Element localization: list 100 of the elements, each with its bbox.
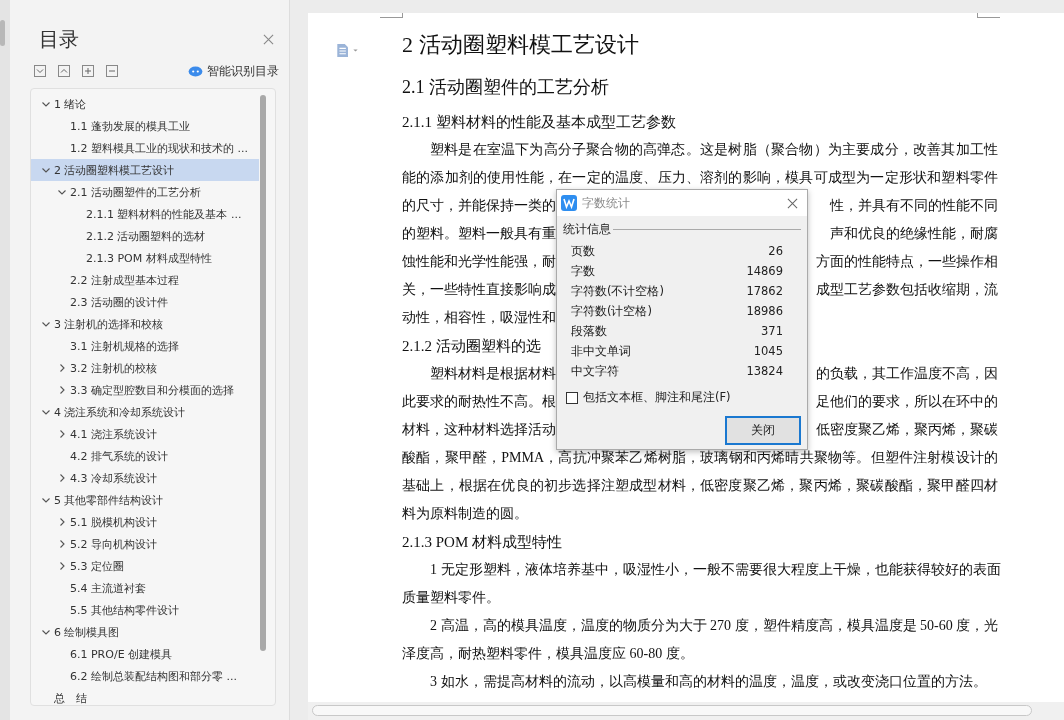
toc-item[interactable]: 2.1 活动圈塑件的工艺分析	[31, 181, 259, 203]
toc-item[interactable]: 2.3 活动圈的设计件	[31, 291, 259, 313]
paragraph-text: 的尺寸，并能保持一类的	[402, 197, 556, 215]
paragraph-text: 此要求的耐热性不高。根	[402, 393, 556, 411]
paragraph-text: 低密度聚乙烯，聚丙烯，聚碳	[816, 421, 998, 439]
paragraph-text: 基础上，根据在优良的初步选择注塑成型材料，低密度聚乙烯，聚丙烯，聚碳酸酯，聚甲醛四材	[402, 477, 998, 495]
caret-icon[interactable]	[41, 165, 51, 175]
minus-icon[interactable]	[106, 65, 118, 77]
checkbox[interactable]	[566, 391, 578, 404]
paragraph-text: 关，一些特性直接影响成	[402, 281, 556, 299]
toc-item[interactable]: 6.1 PRO/E 创建模具	[31, 643, 259, 665]
caret-icon[interactable]	[41, 407, 51, 417]
toc-item[interactable]: 6 绘制模具图	[31, 621, 259, 643]
toc-item[interactable]: 5.3 定位圈	[31, 555, 259, 577]
paragraph-text: 蚀性能和光学性能强，耐	[402, 253, 556, 271]
caret-icon[interactable]	[57, 385, 67, 395]
toc-item[interactable]: 2.1.3 POM 材料成型特性	[31, 247, 259, 269]
toc-item[interactable]: 3 注射机的选择和校核	[31, 313, 259, 335]
toc-item[interactable]: 5 其他零部件结构设计	[31, 489, 259, 511]
heading: 2.1.2 活动圈塑料的选	[402, 337, 541, 356]
app-logo-icon	[561, 195, 577, 211]
paragraph-text: 塑料材料是根据材料	[429, 365, 556, 383]
paragraph-text: 足他们的要求，所以在环中的	[816, 393, 998, 411]
caret-icon[interactable]	[57, 517, 67, 527]
caret-icon[interactable]	[41, 99, 51, 109]
close-icon[interactable]	[263, 33, 274, 45]
paragraph-text: 酸酯，聚甲醛，PMMA，高抗冲聚苯乙烯树脂，玻璃钢和丙烯晴共聚物等。但塑件注射模设计的	[402, 449, 998, 467]
stat-label: 段落数	[571, 323, 607, 339]
scrollbar-thumb[interactable]	[0, 20, 5, 46]
caret-icon[interactable]	[57, 429, 67, 439]
toc-item[interactable]: 1.2 塑料模具工业的现状和技术的 ...	[31, 137, 259, 159]
stat-value: 18986	[746, 304, 783, 318]
heading: 2 活动圈塑料模工艺设计	[402, 31, 639, 59]
scrollbar-thumb[interactable]	[260, 95, 266, 651]
checkbox-label: 包括文本框、脚注和尾注(F)	[583, 390, 731, 405]
paragraph-text: 成型工艺参数包括收缩期，流	[816, 281, 998, 299]
caret-icon[interactable]	[57, 561, 67, 571]
paragraph-text: 泽度高，耐热塑料零件，模具温度应 60-80 度。	[402, 645, 694, 663]
stat-value: 13824	[746, 364, 783, 378]
toc-item[interactable]: 5.4 主流道衬套	[31, 577, 259, 599]
paragraph-text: 的负载，其工作温度不高，因	[816, 365, 998, 383]
toc-item[interactable]: 6.2 绘制总装配结构图和部分零 ...	[31, 665, 259, 687]
stat-label: 页数	[571, 243, 595, 259]
toc-item[interactable]: 总 结	[31, 687, 259, 705]
toc-item[interactable]: 4.1 浇注系统设计	[31, 423, 259, 445]
toc-item[interactable]: 4.2 排气系统的设计	[31, 445, 259, 467]
stat-value: 17862	[746, 284, 783, 298]
caret-icon[interactable]	[41, 319, 51, 329]
toc-item[interactable]: 3.3 确定型腔数目和分模面的选择	[31, 379, 259, 401]
paragraph-text: 料为原料制造的圆。	[402, 505, 528, 523]
paragraph-text: 方面的性能特点，一些操作相	[816, 253, 998, 271]
paragraph-text: 性，并具有不同的性能不同	[830, 197, 998, 215]
stat-value: 26	[768, 244, 783, 258]
smart-toc-button[interactable]: 智能识别目录	[188, 62, 279, 80]
toc-item[interactable]: 3.2 注射机的校核	[31, 357, 259, 379]
expand-all-icon[interactable]	[58, 65, 70, 77]
paragraph-text: 声和优良的绝缘性能，耐腐	[830, 225, 998, 243]
paragraph-text: 的塑料。塑料一般具有重	[402, 225, 556, 243]
toc-item[interactable]: 5.2 导向机构设计	[31, 533, 259, 555]
caret-icon[interactable]	[57, 473, 67, 483]
toc-item[interactable]: 3.1 注射机规格的选择	[31, 335, 259, 357]
toc-item[interactable]: 5.1 脱模机构设计	[31, 511, 259, 533]
toc-item[interactable]: 2 活动圈塑料模工艺设计	[31, 159, 259, 181]
paragraph-text: 2 高温，高的模具温度，温度的物质分为大于 270 度，塑件精度高，模具温度是 50-60 度，光	[429, 617, 999, 635]
toc-item[interactable]: 4 浇注系统和冷却系统设计	[31, 401, 259, 423]
dialog-title: 字数统计	[582, 194, 630, 212]
caret-icon[interactable]	[41, 627, 51, 637]
stat-label: 中文字符	[571, 363, 619, 379]
paragraph-text: 质量塑料零件。	[402, 589, 500, 607]
plus-icon[interactable]	[82, 65, 94, 77]
toc-item[interactable]: 1.1 蓬勃发展的模具工业	[31, 115, 259, 137]
caret-icon[interactable]	[57, 539, 67, 549]
paragraph-text: 1 无定形塑料，液体培养基中，吸湿性小，一般不需要很大程度上干燥，也能获得较好的表面	[429, 561, 1001, 579]
stat-label: 非中文单词	[571, 343, 631, 359]
stat-label: 字数	[571, 263, 595, 279]
caret-icon[interactable]	[57, 187, 67, 197]
collapse-all-icon[interactable]	[34, 65, 46, 77]
paragraph-text: 材料，这种材料选择活动	[402, 421, 556, 439]
scrollbar-thumb[interactable]	[312, 705, 1032, 716]
cloud-icon	[188, 65, 203, 77]
stat-value: 1045	[753, 344, 783, 358]
toc-item[interactable]: 2.2 注射成型基本过程	[31, 269, 259, 291]
toc-item[interactable]: 2.1.2 活动圈塑料的选材	[31, 225, 259, 247]
paragraph-text: 3 如水，需提高材料的流动，以高模量和高的材料的温度，温度，或改变浇口位置的方法。	[429, 673, 987, 691]
paragraph-text: 塑料是在室温下为高分子聚合物的高弹态。这是树脂（聚合物）为主要成分，改善其加工性	[429, 141, 998, 159]
crop-mark	[380, 13, 403, 18]
close-button[interactable]: 关闭	[725, 416, 801, 445]
toc-item[interactable]: 5.5 其他结构零件设计	[31, 599, 259, 621]
group-label: 统计信息	[563, 222, 611, 237]
toc-item[interactable]: 1 绪论	[31, 93, 259, 115]
caret-icon[interactable]	[41, 495, 51, 505]
heading: 2.1.3 POM 材料成型特性	[402, 533, 562, 552]
panel-title: 目录	[39, 25, 79, 53]
toc-item[interactable]: 2.1.1 塑料材料的性能及基本 ...	[31, 203, 259, 225]
toc-item[interactable]: 4.3 冷却系统设计	[31, 467, 259, 489]
stat-label: 字符数(不计空格)	[571, 283, 664, 299]
caret-icon[interactable]	[57, 363, 67, 373]
close-icon[interactable]	[787, 197, 798, 209]
stat-label: 字符数(计空格)	[571, 303, 652, 319]
heading: 2.1 活动圈塑件的工艺分析	[402, 76, 609, 99]
